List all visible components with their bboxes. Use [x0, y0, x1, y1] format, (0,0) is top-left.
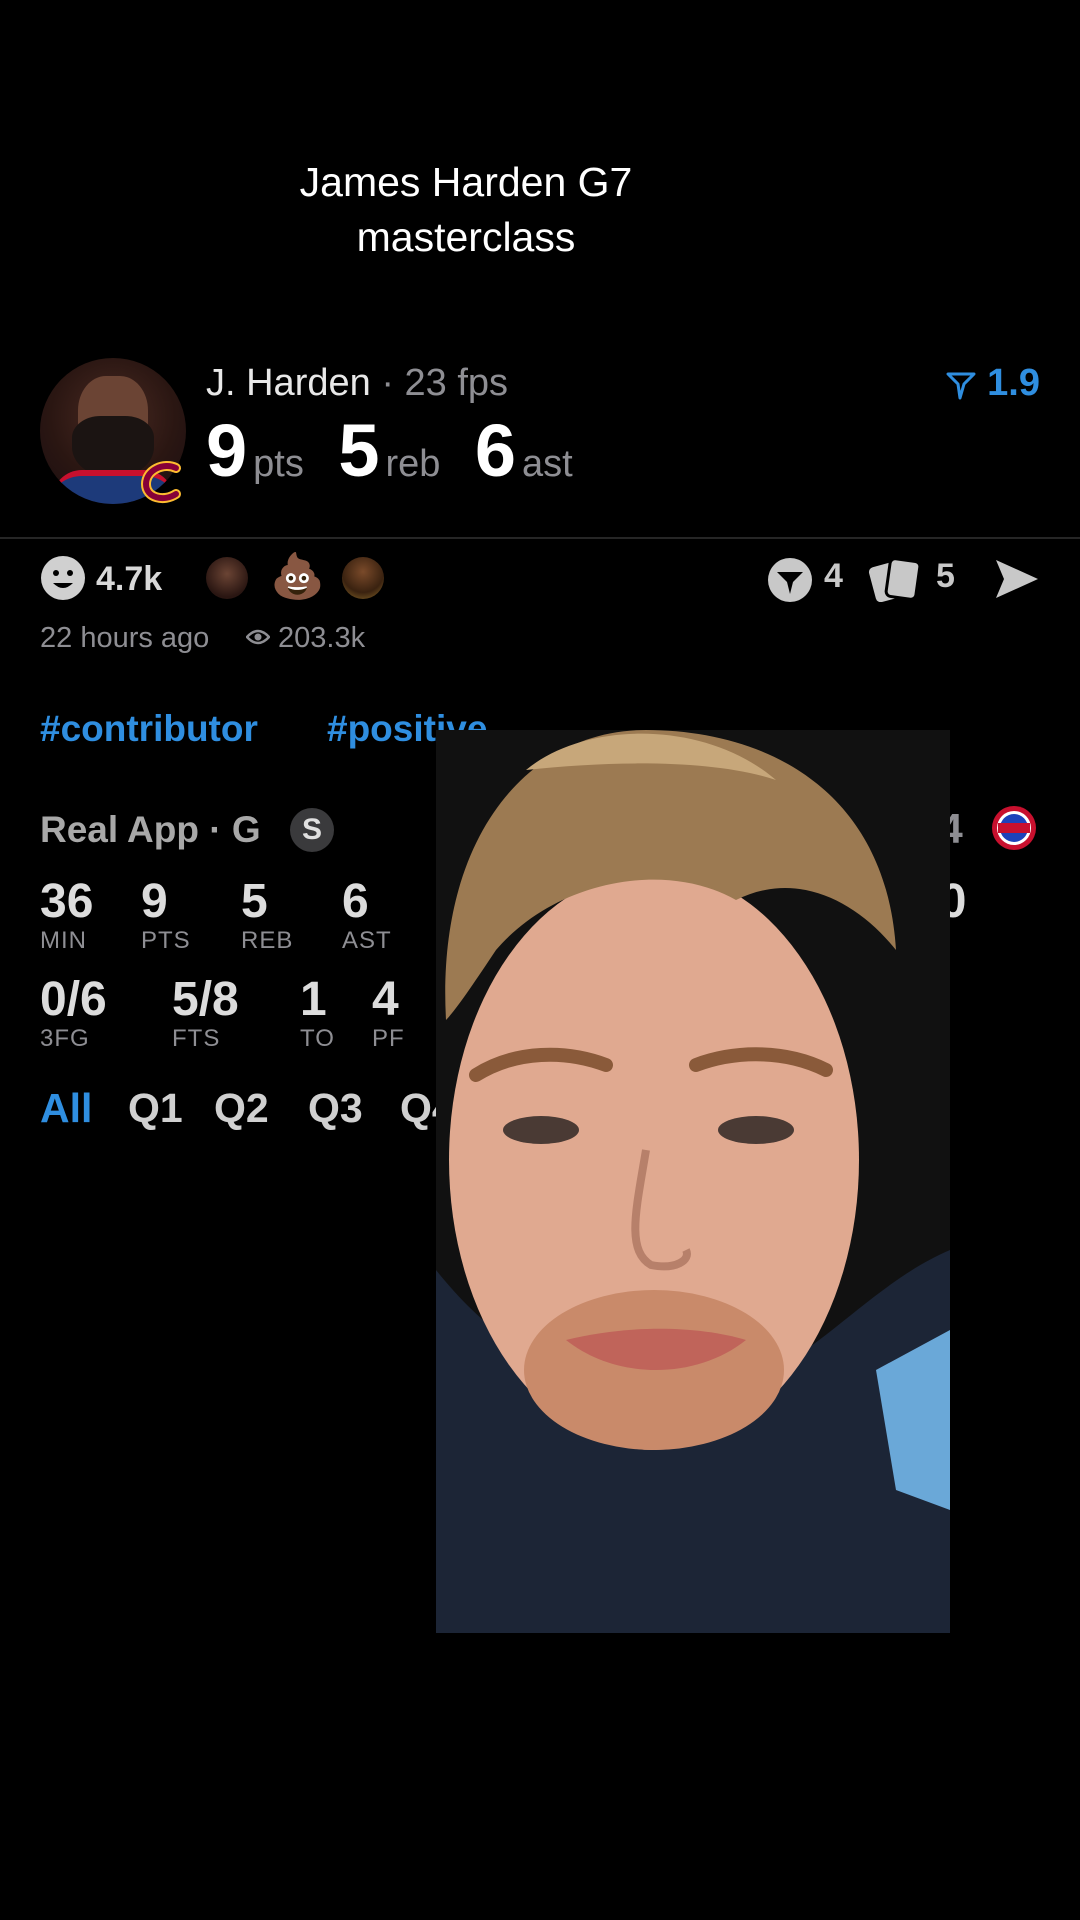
tab-all[interactable]: All [40, 1085, 92, 1132]
cards-icon[interactable] [868, 556, 926, 602]
stat-pf: 4 PF [372, 973, 405, 1052]
cards-count[interactable]: 5 [936, 557, 955, 596]
prediction-count[interactable]: 4 [824, 557, 843, 596]
cavaliers-logo-icon [140, 461, 181, 504]
pts-value: 9 [206, 409, 248, 492]
game-label: Real App · G [40, 809, 261, 850]
sport-badge: S [290, 808, 334, 852]
stat-min: 36 MIN [40, 875, 94, 954]
pts-unit: pts [253, 443, 304, 485]
reb-unit: reb [385, 443, 441, 485]
name-separator: · [381, 362, 394, 404]
reaction-count[interactable]: 4.7k [96, 560, 162, 599]
smile-reaction-icon[interactable] [40, 555, 86, 601]
video-caption: James Harden G7 masterclass [0, 155, 932, 265]
post-time: 22 hours ago [40, 622, 210, 654]
creator-video-overlay [436, 730, 950, 1633]
caption-line-1: James Harden G7 [299, 159, 633, 205]
send-icon[interactable] [994, 558, 1040, 600]
stat-fts: 5/8 FTS [172, 973, 239, 1052]
caption-line-2: masterclass [356, 214, 576, 260]
tab-q2[interactable]: Q2 [214, 1085, 269, 1132]
reaction-avatar-user[interactable] [342, 557, 384, 599]
poop-emoji-icon[interactable]: 💩 [270, 551, 325, 603]
player-fps: 23 fps [404, 362, 509, 404]
prediction-icon[interactable] [766, 556, 814, 604]
player-name-line[interactable]: J. Harden · 23 fps [206, 362, 508, 405]
ast-value: 6 [474, 409, 516, 492]
tab-q1[interactable]: Q1 [128, 1085, 183, 1132]
pistons-logo-icon [992, 806, 1036, 850]
player-name: J. Harden [206, 362, 371, 404]
divider [0, 537, 1080, 539]
stat-pts: 9 PTS [141, 875, 191, 954]
reaction-avatar-harden[interactable] [206, 557, 248, 599]
stat-reb: 5 REB [241, 875, 294, 954]
reb-value: 5 [338, 409, 380, 492]
stat-3fg: 0/6 3FG [40, 973, 107, 1052]
player-headline-stats: 9 pts 5 reb 6 ast [206, 408, 603, 493]
player-rating[interactable]: 1.9 [940, 362, 1040, 405]
stat-to: 1 TO [300, 973, 335, 1052]
view-count: 203.3k [278, 622, 366, 654]
tag-contributor[interactable]: #contributor [40, 708, 258, 750]
eye-icon [246, 629, 270, 645]
stat-ast: 6 AST [342, 875, 392, 954]
tab-q3[interactable]: Q3 [308, 1085, 363, 1132]
creator-face-image [436, 730, 950, 1633]
ast-unit: ast [522, 443, 573, 485]
